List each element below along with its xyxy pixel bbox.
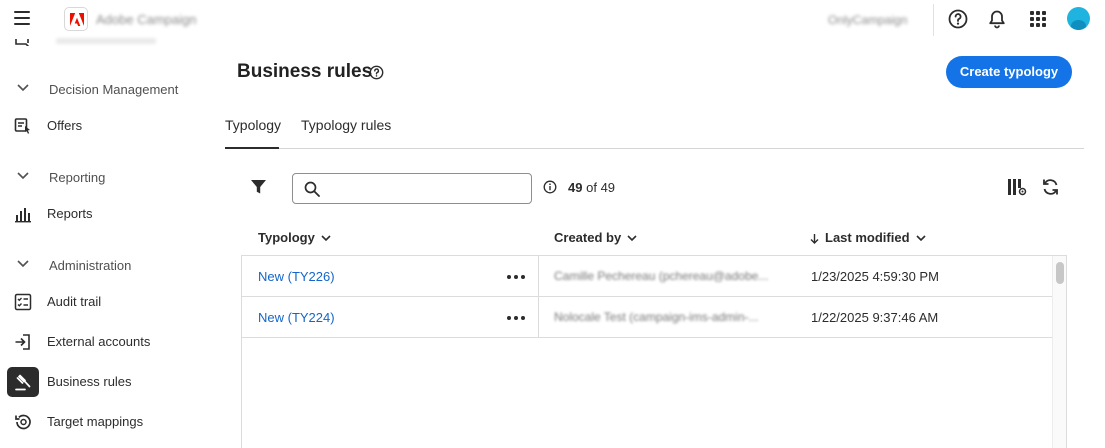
column-header-last-modified[interactable]: Last modified <box>810 230 926 245</box>
divider <box>538 256 539 296</box>
sidebar-item-target-mappings[interactable]: Target mappings <box>6 406 198 438</box>
table-row[interactable]: New (TY224) Nolocale Test (campaign-ims-… <box>242 297 1066 338</box>
result-count-total: 49 <box>600 180 616 195</box>
chevron-down-icon <box>627 235 637 242</box>
adobe-logo[interactable] <box>64 7 88 31</box>
gavel-icon <box>15 374 31 391</box>
created-by-cell: Camille Pechereau (pchereau@adobe... <box>554 269 769 283</box>
chevron-down-icon <box>17 172 29 180</box>
sidebar-item-label: Target mappings <box>47 414 144 429</box>
sidebar-item-label: External accounts <box>47 334 151 349</box>
chevron-down-icon <box>17 84 29 92</box>
section-label: Reporting <box>49 170 106 185</box>
sidebar-item-audit-trail[interactable]: Audit trail <box>6 286 198 318</box>
avatar[interactable] <box>1067 7 1090 30</box>
page-title: Business rules <box>237 61 373 82</box>
sidebar-item-label: Offers <box>47 118 83 133</box>
more-actions-icon[interactable] <box>507 316 525 320</box>
last-modified-cell: 1/23/2025 4:59:30 PM <box>811 269 939 284</box>
section-label: Administration <box>49 258 132 273</box>
typology-link[interactable]: New (TY226) <box>258 269 335 284</box>
typology-table: New (TY226) Camille Pechereau (pchereau@… <box>241 255 1067 448</box>
search-input[interactable] <box>329 178 525 199</box>
table-scrollbar[interactable] <box>1052 256 1066 448</box>
chevron-down-icon <box>321 235 331 242</box>
offers-icon <box>14 118 30 134</box>
chevron-down-icon <box>17 260 29 268</box>
divider <box>933 4 934 36</box>
info-icon <box>543 180 557 194</box>
create-typology-button[interactable]: Create typology <box>946 56 1072 88</box>
column-header-label: Created by <box>554 230 622 245</box>
target-history-icon <box>15 414 31 430</box>
sort-descending-icon <box>810 234 819 245</box>
section-label: Decision Management <box>49 82 179 97</box>
sidebar-item-label: Reports <box>47 206 93 221</box>
adobe-logo-mark <box>70 13 84 26</box>
chevron-down-icon <box>915 235 926 242</box>
column-header-typology[interactable]: Typology <box>258 230 331 245</box>
sidebar-item-offers[interactable]: Offers <box>6 110 198 142</box>
active-tab-indicator <box>225 147 279 149</box>
sign-in-icon <box>15 334 30 350</box>
column-header-created-by[interactable]: Created by <box>554 230 637 245</box>
tab-bar: Typology Typology rules <box>225 110 1084 149</box>
partial-nav-icon <box>14 36 32 46</box>
more-actions-icon[interactable] <box>507 275 525 279</box>
bar-chart-icon <box>15 208 31 223</box>
refresh-icon[interactable] <box>1041 178 1060 196</box>
column-settings-icon[interactable] <box>1007 178 1027 196</box>
help-icon[interactable] <box>947 8 969 30</box>
checklist-icon <box>14 293 32 311</box>
sidebar-item-label: Business rules <box>47 374 132 389</box>
filter-icon[interactable] <box>250 179 267 195</box>
partial-nav-label <box>56 38 156 44</box>
table-row[interactable]: New (TY226) Camille Pechereau (pchereau@… <box>242 256 1066 297</box>
bell-icon[interactable] <box>986 8 1008 30</box>
created-by-cell: Nolocale Test (campaign-ims-admin-... <box>554 310 759 324</box>
result-count-of: of <box>586 180 597 195</box>
tab-typology-rules[interactable]: Typology rules <box>301 117 391 133</box>
help-icon[interactable] <box>369 65 384 80</box>
tab-typology[interactable]: Typology <box>225 117 281 133</box>
scrollbar-thumb[interactable] <box>1056 262 1064 284</box>
section-administration[interactable]: Administration <box>0 252 205 280</box>
section-decision-management[interactable]: Decision Management <box>0 76 205 104</box>
column-header-label: Typology <box>258 230 315 245</box>
column-header-label: Last modified <box>825 230 910 245</box>
divider <box>538 297 539 337</box>
last-modified-cell: 1/22/2025 9:37:46 AM <box>811 310 939 325</box>
sidebar-item-label: Audit trail <box>47 294 102 309</box>
menu-icon[interactable] <box>14 11 30 25</box>
app-name: Adobe Campaign <box>96 12 197 27</box>
search-icon <box>304 181 320 197</box>
org-switcher[interactable]: OnlyCampaign <box>828 13 907 27</box>
sidebar-item-business-rules[interactable]: Business rules <box>6 366 198 398</box>
sidebar-item-external-accounts[interactable]: External accounts <box>6 326 198 358</box>
section-reporting[interactable]: Reporting <box>0 164 205 192</box>
apps-grid-icon[interactable] <box>1027 8 1049 30</box>
sidebar: Decision Management Offers Reporting Rep… <box>0 38 205 448</box>
search-field[interactable] <box>292 173 532 204</box>
sidebar-item-reports[interactable]: Reports <box>6 198 198 230</box>
result-count-shown: 49 <box>568 180 583 195</box>
result-count: 49 of 49 <box>568 180 615 195</box>
top-bar: Adobe Campaign OnlyCampaign <box>0 0 1105 40</box>
typology-link[interactable]: New (TY224) <box>258 310 335 325</box>
